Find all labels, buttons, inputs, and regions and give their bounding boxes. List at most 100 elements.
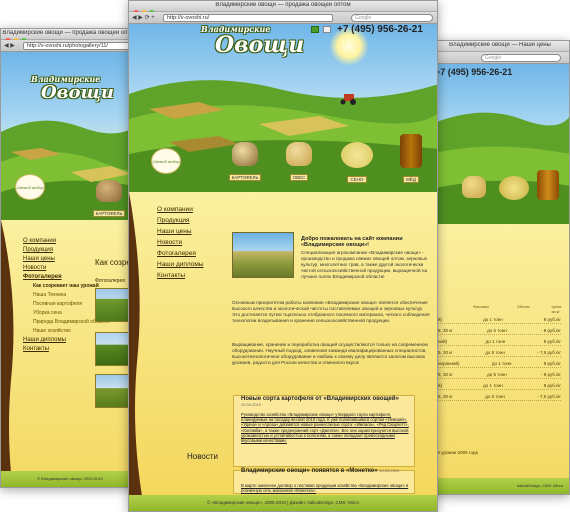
news-1-title[interactable]: Новые сорта картофеля от «Владимирских о…: [241, 396, 411, 408]
price-table-header-cell: Фасовка: [473, 304, 489, 309]
center-window-toolbar: ◀ ▶ ⟳ + http://v-ovoshi.ru/ Google: [129, 12, 437, 24]
product-card[interactable]: СЕНО: [337, 142, 377, 186]
right-browser-window: Владимирские овощи — Наши цены Google +7…: [430, 40, 570, 495]
home-icon[interactable]: [311, 26, 319, 33]
logo-line2[interactable]: Овощи: [215, 32, 304, 58]
intro-paragraph-3: Выращивание, хранение и переработка овощ…: [232, 342, 428, 365]
nav-item[interactable]: Наши цены: [157, 228, 204, 235]
price-row: 3, 5, 30 кг до 5 тонн - 9 руб./кг: [433, 372, 561, 379]
welcome-title: Добро пожаловать на сайт компании «Влади…: [301, 236, 403, 248]
nav-item[interactable]: Наши дипломы: [157, 261, 204, 268]
tree-trunk-decoration: [129, 192, 143, 502]
right-window-titlebar: Владимирские овощи — Наши цены: [431, 41, 569, 52]
price-row: ний)до 1 тонн9 руб./кг: [433, 383, 561, 390]
price-cell-price: - 7,5 руб./кг: [537, 350, 561, 355]
left-address-bar[interactable]: http://v-ovoshi.ru/photogallery/11/: [23, 42, 135, 50]
nav-item[interactable]: О компании: [157, 206, 204, 213]
right-search-input[interactable]: Google: [481, 54, 561, 62]
price-cell-price: 9 руб./кг: [543, 361, 561, 366]
left-window-titlebar: Владимирские овощи — продажа овощей опто…: [1, 29, 139, 44]
right-phone: +7 (495) 956-26-21: [435, 67, 513, 77]
left-fresh-badge: Свежий выбор: [15, 174, 45, 200]
right-window-toolbar: Google: [431, 52, 569, 64]
center-page-content: Владимирские Овощи +7 (495) 956-26-21 Св…: [129, 24, 437, 511]
left-product-potato[interactable]: КАРТОФЕЛЬ: [89, 180, 129, 220]
nav-item[interactable]: Контакты: [157, 272, 204, 279]
news-2-title[interactable]: Владимирские овощи» появятся в «Монетке»…: [241, 468, 411, 474]
price-row: анний) до 1 тонн 9 руб./кг: [433, 339, 561, 346]
price-table-header-cell: Объем: [516, 304, 530, 309]
product-card[interactable]: КАРТОФЕЛЬ: [225, 142, 265, 184]
news-2-date: 10.03.2010: [379, 468, 400, 473]
price-row: 3, 5, 30 кг до 5 тонн - 7,5 руб./кг: [433, 394, 561, 401]
right-note: не урожаи 2009 года: [435, 450, 479, 455]
price-cell-volume: до 1 тонн: [485, 339, 506, 344]
price-cell-price: - 9 руб./кг: [541, 328, 561, 333]
back-forward-icon[interactable]: ◀ ▶: [4, 42, 15, 49]
center-back-forward-icon[interactable]: ◀ ▶ ⟳ +: [132, 14, 155, 21]
right-product-honey[interactable]: [535, 170, 561, 200]
product-card[interactable]: ОВЕС: [279, 142, 319, 184]
nav-item[interactable]: Новости: [157, 239, 204, 246]
news-1-date: 20.04.2010: [241, 402, 262, 407]
right-product-hay[interactable]: [497, 176, 531, 200]
price-row: ний)до 1 тонн9 руб./кг: [433, 317, 561, 324]
hay-bale-icon: [341, 142, 373, 168]
product-label: СЕНО: [347, 176, 367, 183]
left-menu-item[interactable]: О компании: [23, 238, 109, 244]
left-footer: © Владимирские овощи, 2009-2010: [1, 471, 139, 487]
left-menu-item[interactable]: Продукция: [23, 247, 109, 253]
potato-sack-icon: [232, 142, 258, 166]
phone-number: +7 (495) 956-26-21: [337, 24, 423, 35]
price-row: 3, 5, 30 кг до 5 тонн - 9 руб./кг: [433, 328, 561, 335]
nav-item[interactable]: Продукция: [157, 217, 204, 224]
product-card[interactable]: МЁД: [391, 134, 431, 186]
left-window-title: Владимирские овощи — продажа овощей опто…: [2, 30, 138, 36]
price-cell-price: 9 руб./кг: [543, 383, 561, 388]
right-fields-illustration: [431, 112, 569, 234]
intro-paragraph-2: Основным приоритетом работы компании «Вл…: [232, 300, 430, 323]
fresh-choice-badge: Свежий выбор: [151, 148, 181, 174]
price-row: 3, 5, 30 кг до 5 тонн - 7,5 руб./кг: [433, 350, 561, 357]
center-address-bar[interactable]: http://v-ovoshi.ru/: [163, 14, 333, 22]
left-logo-line2[interactable]: Овощи: [41, 82, 114, 103]
right-product-oats[interactable]: [459, 176, 489, 198]
right-page-content: +7 (495) 956-26-21 Фасовка Объем Цена за к…: [431, 64, 569, 494]
center-search-input[interactable]: Google: [351, 14, 433, 22]
price-cell-price: 9 руб./кг: [543, 317, 561, 322]
left-window-toolbar: ◀ ▶ http://v-ovoshi.ru/photogallery/11/: [1, 40, 139, 52]
price-cell-volume: до 1 тонн: [491, 361, 512, 366]
news-1-text[interactable]: Руководство хозяйства «Владимирские овощ…: [241, 412, 409, 443]
price-cell-price: 9 руб./кг: [543, 339, 561, 344]
center-browser-window: Владимирские овощи — продажа овощей опто…: [128, 0, 438, 512]
price-table-header: Фасовка Объем Цена за кг: [433, 304, 561, 314]
price-row: еднеранний) до 1 тонн 9 руб./кг: [433, 361, 561, 368]
price-table-header-cell: Цена за кг: [551, 304, 562, 314]
honey-barrel-icon: [400, 134, 422, 168]
price-cell-volume: до 5 тонн: [485, 350, 505, 355]
center-footer: © «Владимирские овощи», 2009-2010 | Диза…: [129, 495, 437, 511]
hay-bale-icon: [499, 176, 529, 200]
price-cell-volume: до 5 тонн: [487, 372, 507, 377]
left-page-content: Владимирские Овощи Свежий выбор КАРТОФЕЛ…: [1, 52, 139, 487]
left-browser-window: Владимирские овощи — продажа овощей опто…: [0, 28, 140, 488]
main-nav-menu: О компании Продукция Наши цены Новости Фотог…: [157, 206, 204, 283]
nav-item[interactable]: Фотогалерея: [157, 250, 204, 257]
news-2-text[interactable]: В марте заключен договор о поставке прод…: [241, 483, 409, 493]
price-cell-price: - 9 руб./кг: [541, 372, 561, 377]
product-label: МЁД: [403, 176, 419, 183]
oats-sack-icon: [286, 142, 312, 166]
price-cell-volume: до 5 тонн: [485, 394, 505, 399]
center-window-title: Владимирские овощи — продажа овощей опто…: [215, 2, 351, 8]
welcome-text: Специализация агрокомпании «Владимирские…: [301, 250, 428, 279]
potato-sack-icon: [96, 180, 122, 202]
price-cell-price: - 7,5 руб./кг: [537, 394, 561, 399]
oats-sack-icon: [462, 176, 486, 198]
price-cell-volume: до 1 тонн: [483, 317, 503, 322]
welcome-field-photo: [232, 232, 294, 278]
product-label: ОВЕС: [289, 174, 309, 181]
mail-icon[interactable]: [323, 26, 331, 33]
honey-barrel-icon: [537, 170, 559, 200]
left-tree-trunk: [1, 220, 14, 487]
center-window-titlebar: Владимирские овощи — продажа овощей опто…: [129, 1, 437, 16]
